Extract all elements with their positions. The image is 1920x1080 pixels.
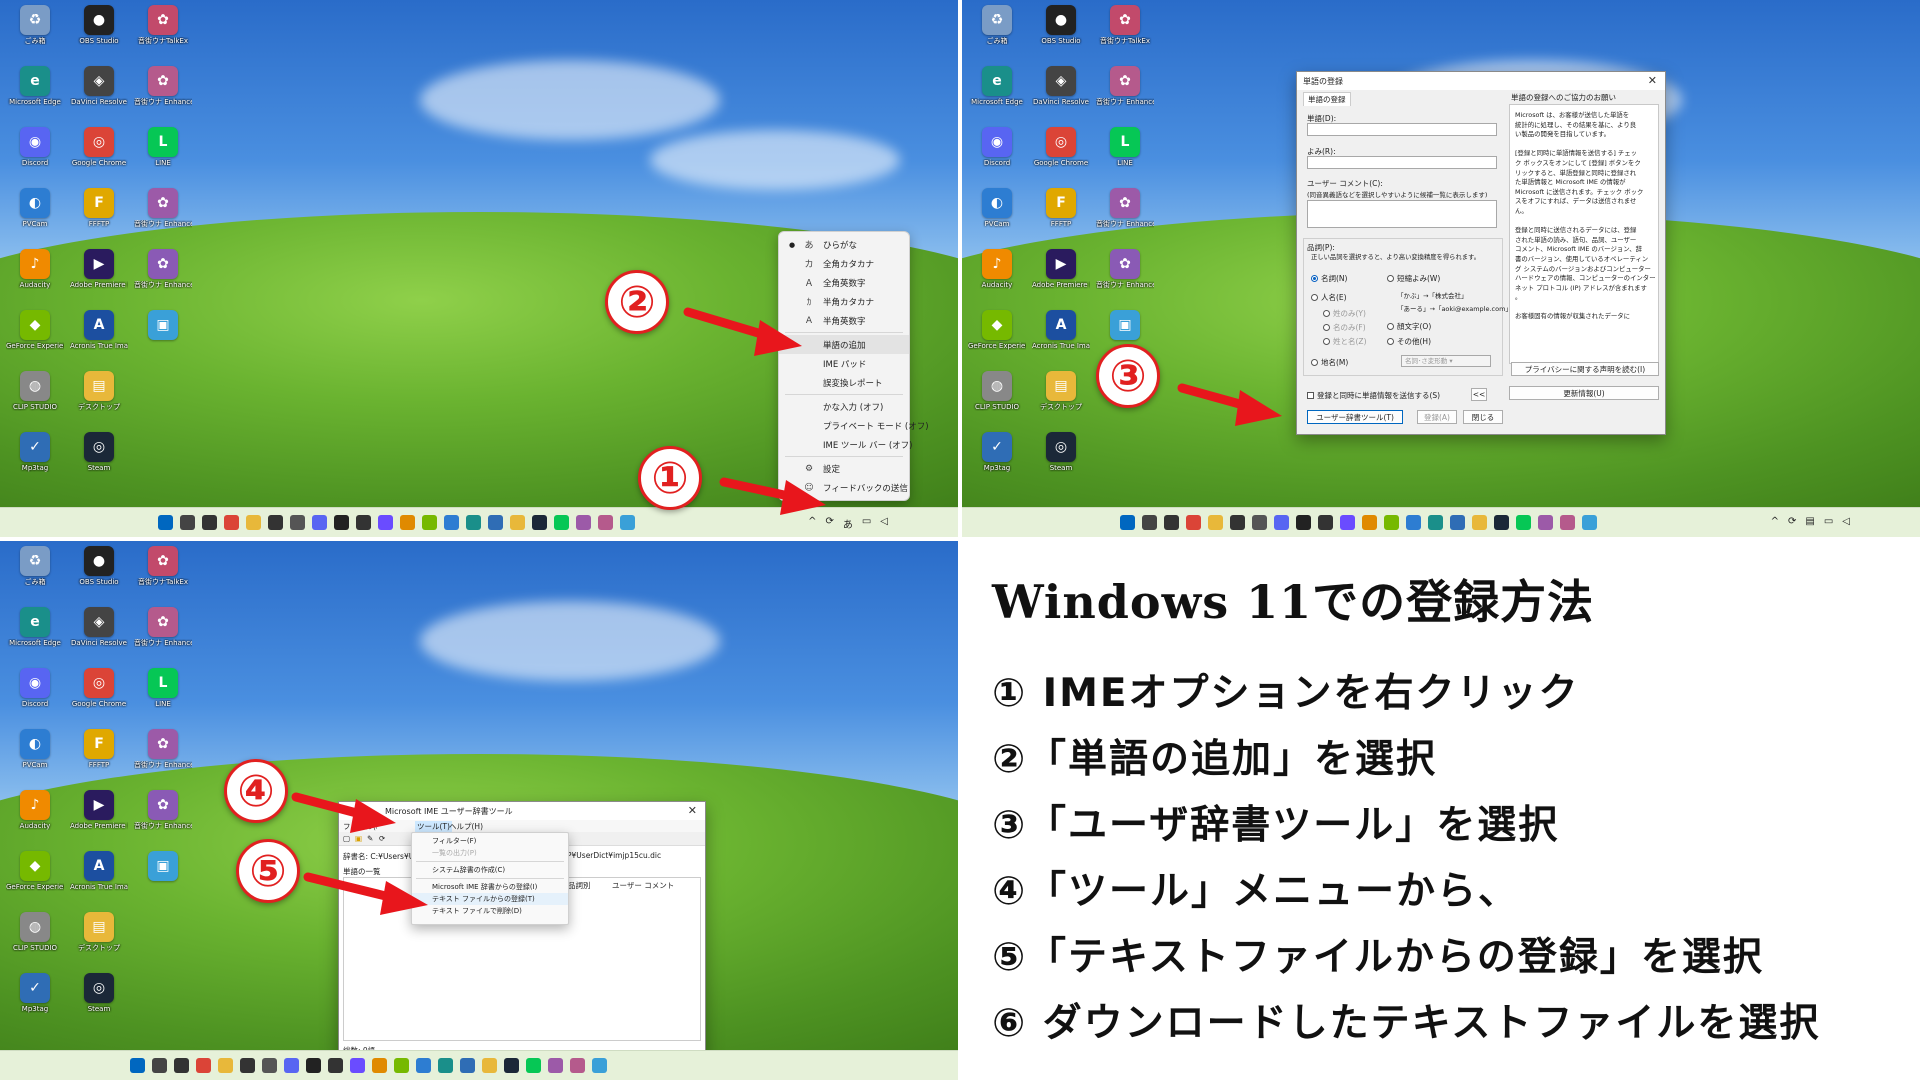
instructions-panel: Windows 11での登録方法 ① IMEオプションを右クリック ②「単語の追加… xyxy=(962,541,1920,1080)
instructions-steps: ① IMEオプションを右クリック ②「単語の追加」を選択 ③「ユーザ辞書ツール」を選… xyxy=(992,661,1820,1057)
desktop-step3: ♻ ごみ箱 ● OBS Studio ✿ 音街ウナTalkEx e Microsoft Edg… xyxy=(962,0,1920,537)
instruction-step: ②「単語の追加」を選択 xyxy=(992,737,1438,782)
instruction-step: ⑤「テキストファイルからの登録」を選択 xyxy=(992,935,1764,980)
instructions-title: Windows 11での登録方法 xyxy=(992,575,1595,629)
instruction-step: ④「ツール」メニューから、 xyxy=(992,869,1520,914)
instruction-step: ① IMEオプションを右クリック xyxy=(992,671,1580,716)
desktop-step1: ♻ ごみ箱 ● OBS Studio ✿ 音街ウナTalkEx e Microsoft Edg… xyxy=(0,0,958,537)
instruction-step: ⑥ ダウンロードしたテキストファイルを選択 xyxy=(992,1001,1821,1046)
instruction-step: ③「ユーザ辞書ツール」を選択 xyxy=(992,803,1560,848)
desktop-step4-5: ♻ ごみ箱 ● OBS Studio ✿ 音街ウナTalkEx e Microsoft Edg… xyxy=(0,541,958,1080)
arrow-to-ime-tray xyxy=(719,477,826,515)
arrow-to-text-import xyxy=(303,872,428,915)
arrow-to-user-dict-tool xyxy=(1177,383,1282,426)
